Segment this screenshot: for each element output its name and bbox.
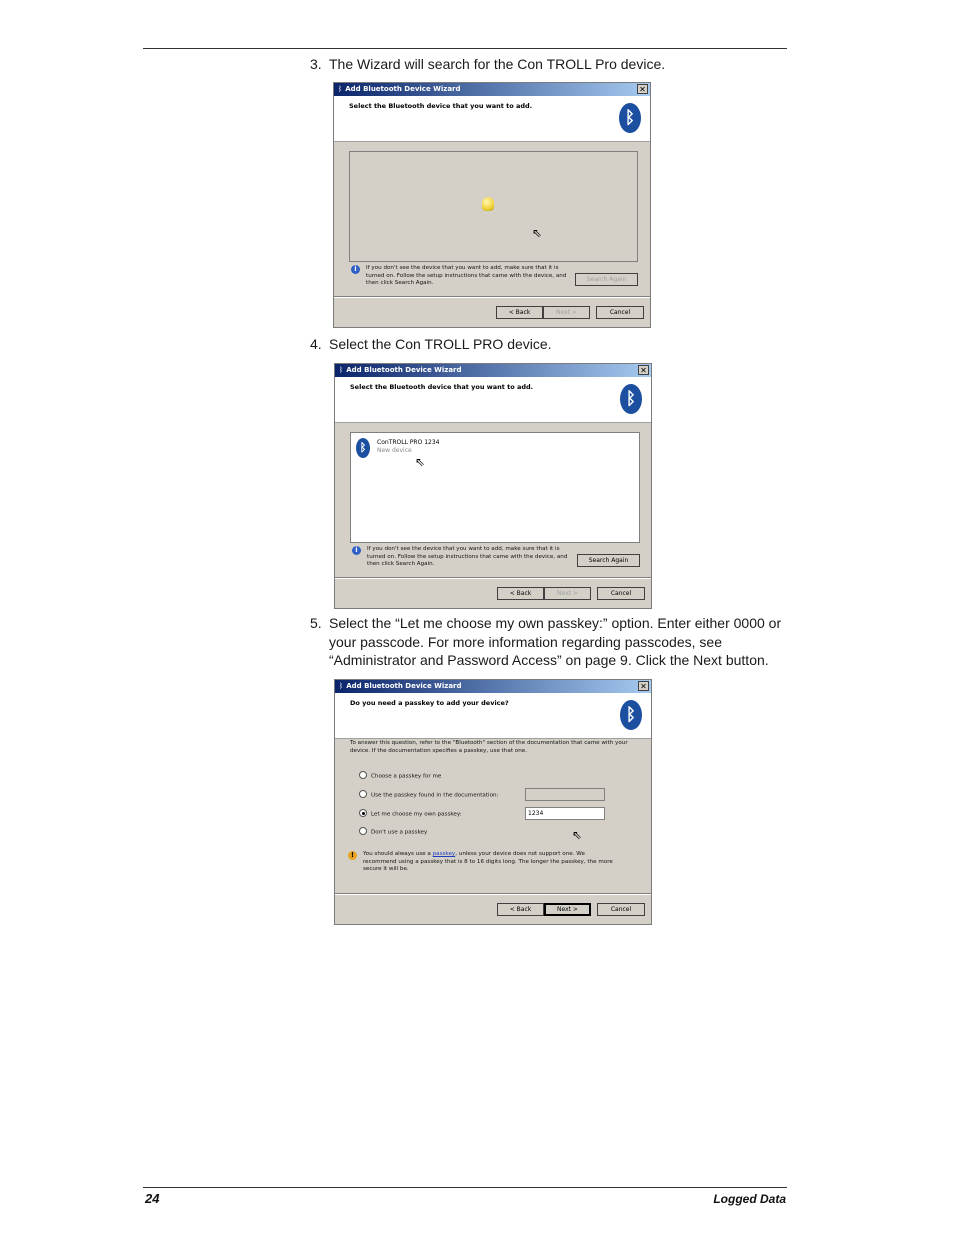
divider [335,578,651,579]
wizard-header: Select the Bluetooth device that you wan… [335,377,651,423]
window-title: Add Bluetooth Device Wizard [345,85,461,93]
wizard-searching-window: ᛒ Add Bluetooth Device Wizard ✕ Select th… [333,82,651,328]
search-again-button[interactable]: Search Again [577,554,640,567]
info-text: If you don't see the device that you wan… [367,546,568,567]
back-button[interactable]: < Back [497,903,544,916]
cancel-button[interactable]: Cancel [597,903,645,916]
next-button[interactable]: Next > [544,903,591,916]
page-number: 24 [145,1191,160,1206]
wizard-heading: Do you need a passkey to add your device… [350,699,509,707]
bluetooth-small-icon: ᛒ [339,366,344,374]
wizard-heading: Select the Bluetooth device that you wan… [350,383,534,391]
back-button[interactable]: < Back [497,587,544,600]
mouse-cursor-icon: ⇖ [572,828,583,842]
next-button[interactable]: Next > [543,306,590,319]
bluetooth-icon: ᛒ [620,700,642,730]
radio-circle [359,790,367,798]
wizard-header: Select the Bluetooth device that you wan… [334,96,650,142]
radio-label: Let me choose my own passkey: [371,811,462,818]
info-note: i If you don't see the device that you w… [351,265,572,288]
bluetooth-small-icon: ᛒ [339,682,344,690]
radio-choose-passkey-for-me[interactable]: Choose a passkey for me [359,771,442,781]
radio-circle [359,827,367,835]
bluetooth-small-icon: ᛒ [338,85,343,93]
wizard-select-device-window: ᛒ Add Bluetooth Device Wizard ✕ Select th… [334,363,652,609]
divider [334,297,650,298]
step-3: 3. The Wizard will search for the Con TR… [310,55,788,74]
bluetooth-icon: ᛒ [620,384,642,414]
window-title: Add Bluetooth Device Wizard [346,682,462,690]
radio-circle [359,809,367,817]
header-rule [143,48,787,49]
mouse-cursor-icon: ⇖ [532,226,543,240]
own-passkey-field[interactable]: 1234 [525,807,605,820]
step-number: 5. [310,615,322,631]
passkey-link[interactable]: passkey [433,851,456,857]
cancel-button[interactable]: Cancel [596,306,644,319]
cancel-button[interactable]: Cancel [597,587,645,600]
device-status: New device [377,447,412,454]
info-icon: i [351,265,360,274]
device-name: ConTROLL PRO 1234 [377,439,440,446]
searching-animation-icon [482,197,494,211]
radio-let-me-choose-passkey[interactable]: Let me choose my own passkey: [359,809,462,819]
step-number: 3. [310,56,322,72]
back-button[interactable]: < Back [496,306,543,319]
step-number: 4. [310,336,322,352]
mouse-cursor-icon: ⇖ [415,455,426,469]
step-text: Select the Con TROLL PRO device. [329,336,552,352]
close-button[interactable]: ✕ [637,84,648,94]
radio-dont-use-passkey[interactable]: Don't use a passkey [359,827,428,837]
info-note: i If you don't see the device that you w… [352,546,573,569]
title-bar: ᛒ Add Bluetooth Device Wizard ✕ [335,364,651,377]
wizard-header: Do you need a passkey to add your device… [335,693,651,739]
divider [335,894,651,895]
step-text: Select the “Let me choose my own passkey… [329,615,782,668]
title-bar: ᛒ Add Bluetooth Device Wizard ✕ [335,680,651,693]
close-button[interactable]: ✕ [638,365,649,375]
step-4: 4. Select the Con TROLL PRO device. [310,335,788,354]
step-5: 5. Select the “Let me choose my own pass… [310,614,788,670]
device-list[interactable]: ⇖ [349,151,638,262]
close-button[interactable]: ✕ [638,681,649,691]
title-bar: ᛒ Add Bluetooth Device Wizard ✕ [334,83,650,96]
radio-label: Choose a passkey for me [371,773,442,780]
bluetooth-device-icon: ᛒ [356,438,370,458]
passkey-warning: ! You should always use a passkey, unles… [348,851,619,874]
next-button[interactable]: Next > [544,587,591,600]
warning-text-before: You should always use a [363,851,433,857]
radio-circle [359,771,367,779]
bluetooth-icon: ᛒ [619,103,641,133]
footer-rule [143,1187,787,1188]
wizard-heading: Select the Bluetooth device that you wan… [349,102,533,110]
step-text: The Wizard will search for the Con TROLL… [329,56,666,72]
documentation-passkey-field[interactable] [525,788,605,801]
section-title: Logged Data [713,1192,786,1206]
window-title: Add Bluetooth Device Wizard [346,366,462,374]
info-text: If you don't see the device that you wan… [366,265,567,286]
security-shield-icon: ! [348,851,357,860]
radio-label: Don't use a passkey [371,829,428,836]
passkey-description: To answer this question, refer to the "B… [350,740,628,754]
radio-label: Use the passkey found in the documentati… [371,792,499,799]
radio-use-documentation-passkey[interactable]: Use the passkey found in the documentati… [359,790,499,800]
device-list[interactable]: ᛒ ConTROLL PRO 1234 New device ⇖ [350,432,640,543]
wizard-passkey-window: ᛒ Add Bluetooth Device Wizard ✕ Do you ne… [334,679,652,925]
search-again-button[interactable]: Search Again [575,273,638,286]
info-icon: i [352,546,361,555]
